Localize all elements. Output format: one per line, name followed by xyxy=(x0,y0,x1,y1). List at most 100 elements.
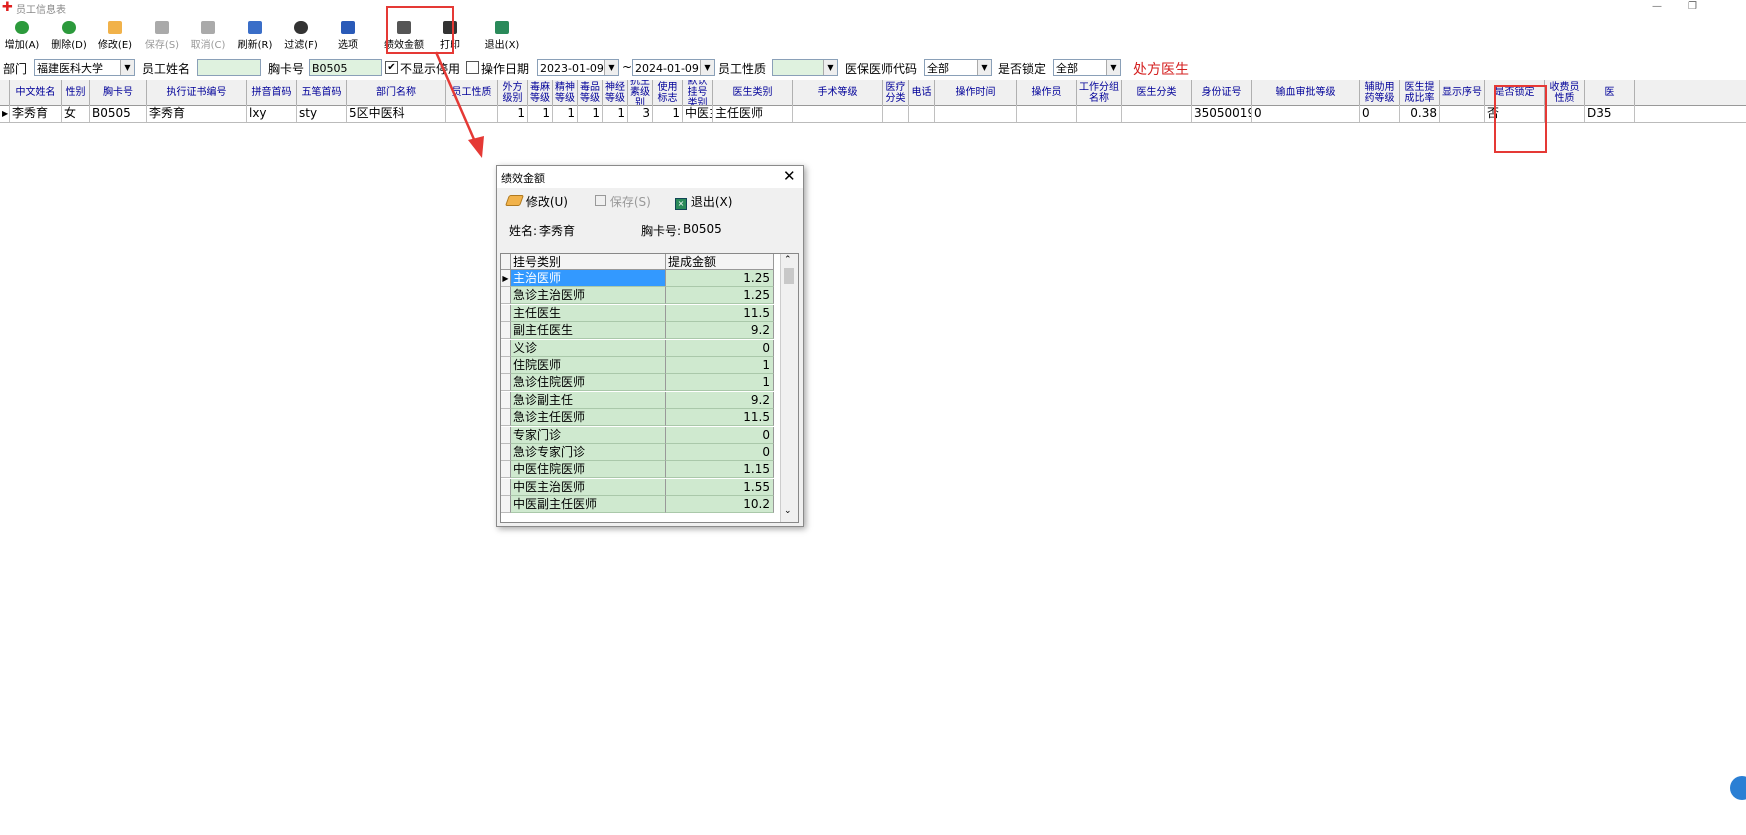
grid-column-header[interactable]: 外方级别 xyxy=(498,80,528,105)
help-bubble-icon[interactable] xyxy=(1730,776,1746,800)
grid-cell[interactable] xyxy=(793,105,883,122)
nature-select[interactable]: ▼ xyxy=(772,59,838,76)
commission-row[interactable]: 住院医师 1 xyxy=(501,357,780,374)
toolbar-button-2[interactable]: 修改(E) xyxy=(93,21,137,55)
commission-row[interactable]: 急诊主任医师 11.5 xyxy=(501,409,780,427)
grid-cell[interactable]: 3 xyxy=(628,105,653,122)
commission-amount-cell[interactable]: 10.2 xyxy=(666,496,774,514)
commission-amount-cell[interactable]: 0 xyxy=(666,339,774,357)
grid-column-header[interactable]: 输血审批等级 xyxy=(1252,80,1360,105)
vertical-scrollbar[interactable]: ⌃ ⌄ xyxy=(780,254,798,522)
grid-column-header[interactable]: 拼音首码 xyxy=(247,80,297,105)
commission-type-cell[interactable]: 急诊主任医师 xyxy=(511,409,666,427)
minimize-icon[interactable]: — xyxy=(1652,1,1662,12)
commission-amount-cell[interactable]: 1.15 xyxy=(666,461,774,479)
grid-cell[interactable]: 1 xyxy=(603,105,628,122)
commission-type-cell[interactable]: 住院医师 xyxy=(511,357,666,374)
commission-type-cell[interactable]: 义诊 xyxy=(511,339,666,357)
commission-amount-cell[interactable]: 11.5 xyxy=(666,304,774,322)
toolbar-button-5[interactable]: 刷新(R) xyxy=(233,21,277,55)
grid-column-header[interactable]: 医疗分类 xyxy=(883,80,909,105)
grid-column-header[interactable]: 毒品等级 xyxy=(578,80,603,105)
toolbar-button-3[interactable]: 保存(S) xyxy=(140,21,184,55)
commission-type-cell[interactable]: 中医主治医师 xyxy=(511,478,666,496)
grid-cell[interactable]: lxy xyxy=(247,105,297,122)
commission-row[interactable]: 主任医生 11.5 xyxy=(501,304,780,322)
scroll-thumb[interactable] xyxy=(784,268,794,284)
grid-cell[interactable]: 李秀育 xyxy=(10,105,62,122)
commission-type-cell[interactable]: 主任医生 xyxy=(511,304,666,322)
grid-column-header[interactable]: 神经等级 xyxy=(603,80,628,105)
toolbar-button-0[interactable]: 增加(A) xyxy=(0,21,44,55)
toolbar-button-6[interactable]: 过滤(F) xyxy=(279,21,323,55)
grid-cell[interactable] xyxy=(883,105,909,122)
grid-cell[interactable]: 350500195108250 xyxy=(1192,105,1252,122)
grid-column-header[interactable]: 手术等级 xyxy=(793,80,883,105)
commission-amount-cell[interactable]: 0 xyxy=(666,444,774,461)
commission-amount-cell[interactable]: 1 xyxy=(666,357,774,374)
grid-cell[interactable]: 女 xyxy=(62,105,90,122)
grid-column-header[interactable]: 执行证书编号 xyxy=(147,80,247,105)
grid-cell[interactable]: 0.38 xyxy=(1400,105,1440,122)
grid-cell[interactable] xyxy=(909,105,935,122)
commission-type-cell[interactable]: 急诊副主任 xyxy=(511,391,666,409)
commission-row[interactable]: 专家门诊 0 xyxy=(501,426,780,444)
date-to-picker[interactable]: 2024-01-09 ▼ xyxy=(632,59,715,76)
grid-column-header[interactable]: 五笔首码 xyxy=(297,80,347,105)
commission-row[interactable]: 急诊主治医师 1.25 xyxy=(501,287,780,305)
commission-type-cell[interactable]: 副主任医生 xyxy=(511,322,666,340)
scroll-down-icon[interactable]: ⌄ xyxy=(784,506,792,516)
grid-column-header[interactable]: 辅助用药等级 xyxy=(1360,80,1400,105)
grid-column-header[interactable]: 电话 xyxy=(909,80,935,105)
restore-icon[interactable]: ❐ xyxy=(1688,1,1697,12)
commission-amount-cell[interactable]: 9.2 xyxy=(666,322,774,340)
commission-amount-cell[interactable]: 11.5 xyxy=(666,409,774,427)
toolbar-button-1[interactable]: 删除(D) xyxy=(47,21,91,55)
commission-type-cell[interactable]: 专家门诊 xyxy=(511,426,666,444)
grid-cell[interactable]: B0505 xyxy=(90,105,147,122)
grid-cell[interactable]: 1 xyxy=(653,105,683,122)
grid-cell[interactable] xyxy=(1440,105,1485,122)
grid-cell[interactable]: 1 xyxy=(528,105,553,122)
grid-column-header[interactable]: 操作时间 xyxy=(935,80,1017,105)
grid-column-header[interactable]: 精神等级 xyxy=(553,80,578,105)
grid-column-header[interactable]: 抗生素级别 xyxy=(628,80,653,105)
toolbar-button-4[interactable]: 取消(C) xyxy=(186,21,230,55)
grid-cell[interactable] xyxy=(1545,105,1585,122)
commission-row[interactable]: 中医住院医师 1.15 xyxy=(501,461,780,479)
commission-row[interactable]: 中医副主任医师 10.2 xyxy=(501,496,780,514)
grid-column-header[interactable]: 中文姓名 xyxy=(10,80,62,105)
commission-amount-cell[interactable]: 1.55 xyxy=(666,478,774,496)
grid-cell[interactable]: 1 xyxy=(498,105,528,122)
insurance-select[interactable]: 全部 ▼ xyxy=(924,59,992,76)
locked-select[interactable]: 全部 ▼ xyxy=(1053,59,1121,76)
grid-column-header[interactable]: 性别 xyxy=(62,80,90,105)
grid-cell[interactable] xyxy=(935,105,1017,122)
grid-cell[interactable]: 0 xyxy=(1252,105,1360,122)
grid-cell[interactable] xyxy=(1122,105,1192,122)
grid-cell[interactable]: 主任医师 xyxy=(713,105,793,122)
grid-cell[interactable] xyxy=(1077,105,1122,122)
dept-select[interactable]: 福建医科大学 ▼ xyxy=(34,59,135,76)
grid-column-header[interactable]: 医生提成比率 xyxy=(1400,80,1440,105)
commission-row[interactable]: 副主任医生 9.2 xyxy=(501,322,780,340)
commission-type-cell[interactable]: 急诊专家门诊 xyxy=(511,444,666,461)
close-icon[interactable]: ✕ xyxy=(783,167,796,185)
date-from-picker[interactable]: 2023-01-09 ▼ xyxy=(537,59,619,76)
commission-type-cell[interactable]: 急诊主治医师 xyxy=(511,287,666,305)
commission-type-cell[interactable]: 中医住院医师 xyxy=(511,461,666,479)
card-input[interactable]: B0505 xyxy=(309,59,382,76)
grid-column-header[interactable]: 身份证号 xyxy=(1192,80,1252,105)
grid-cell[interactable]: 李秀育 xyxy=(147,105,247,122)
grid-column-header[interactable]: 毒麻等级 xyxy=(528,80,553,105)
grid-column-header[interactable]: 收费员性质 xyxy=(1545,80,1585,105)
table-row[interactable]: ▶李秀育女B0505李秀育lxysty5区中医科1111131中医主任医主任医师… xyxy=(0,105,1746,123)
commission-row[interactable]: ▶ 主治医师 1.25 xyxy=(501,270,780,287)
grid-column-header[interactable]: 默认挂号类别 xyxy=(683,80,713,105)
grid-column-header[interactable]: 医生分类 xyxy=(1122,80,1192,105)
grid-cell[interactable]: sty xyxy=(297,105,347,122)
commission-amount-cell[interactable]: 1.25 xyxy=(666,287,774,305)
commission-row[interactable]: 义诊 0 xyxy=(501,339,780,357)
grid-cell[interactable]: D35 xyxy=(1585,105,1635,122)
commission-amount-cell[interactable]: 1.25 xyxy=(666,270,774,287)
